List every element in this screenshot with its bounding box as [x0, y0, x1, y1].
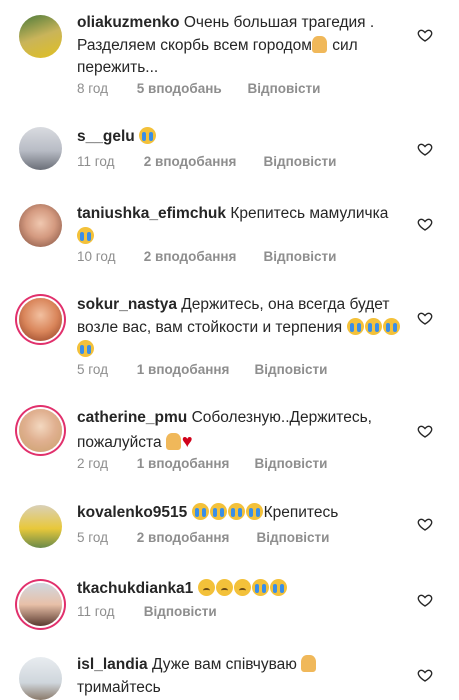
heart-outline-icon[interactable]	[417, 216, 433, 232]
red-heart-icon: ♥	[181, 430, 193, 451]
comment-meta: 5 год 2 вподобання Відповісти	[77, 530, 329, 545]
comment-meta: 10 год 2 вподобання Відповісти	[77, 249, 336, 264]
avatar[interactable]	[19, 657, 62, 700]
comment-likes[interactable]: 1 вподобання	[137, 362, 251, 377]
comment-username[interactable]: isl_landia	[77, 656, 148, 673]
comment-meta: 11 год Відповісти	[77, 604, 217, 619]
comment-text: Крепитесь мамуличка	[230, 205, 389, 222]
heart-outline-icon[interactable]	[417, 516, 433, 532]
folded-hands-icon	[311, 35, 327, 53]
comment-body: kovalenko9515 Крепитесь	[77, 502, 415, 525]
comment-meta: 2 год 1 вподобання Відповісти	[77, 456, 327, 471]
crying-face-icon	[77, 226, 94, 244]
avatar[interactable]	[19, 15, 62, 58]
comment-body: catherine_pmu Соболезную..Держитесь, пож…	[77, 407, 415, 454]
reply-button[interactable]: Відповісти	[264, 154, 337, 169]
comment-meta: 8 год 5 вподобань Відповісти	[77, 81, 320, 96]
heart-outline-icon[interactable]	[417, 423, 433, 439]
crying-face-icon	[245, 503, 263, 520]
comment-time: 11 год	[77, 604, 115, 619]
comment-likes[interactable]: 1 вподобання	[137, 456, 251, 471]
comment-text: Дуже вам співчуваю	[151, 656, 297, 673]
reply-button[interactable]: Відповісти	[255, 456, 328, 471]
crying-face-icon	[382, 317, 400, 335]
comment-text-continued: тримайтесь	[77, 678, 161, 696]
comment-likes[interactable]: 2 вподобання	[144, 154, 260, 169]
comment-time: 10 год	[77, 249, 116, 264]
avatar[interactable]	[19, 127, 62, 170]
crying-face-icon	[77, 340, 94, 357]
comment-username[interactable]: tkachukdianka1	[77, 580, 193, 597]
comment-body: oliakuzmenko Очень большая трагедия . Ра…	[77, 12, 415, 80]
avatar[interactable]	[19, 298, 62, 341]
comment-meta: 5 год 1 вподобання Відповісти	[77, 362, 327, 377]
reply-button[interactable]: Відповісти	[257, 530, 330, 545]
comment-likes[interactable]: 2 вподобання	[137, 530, 253, 545]
comment-text: Крепитесь	[263, 504, 339, 521]
crying-face-icon	[269, 579, 287, 596]
avatar[interactable]	[19, 583, 62, 626]
comment-body: sokur_nastya Держитесь, она всегда будет…	[77, 294, 415, 362]
heart-outline-icon[interactable]	[417, 667, 433, 683]
comment-time: 5 год	[77, 530, 108, 545]
comment-body: taniushka_efimchuk Крепитесь мамуличка	[77, 203, 415, 248]
heart-outline-icon[interactable]	[417, 141, 433, 157]
crying-face-icon	[364, 317, 382, 335]
comment-username[interactable]: catherine_pmu	[77, 409, 187, 426]
crying-face-icon	[227, 503, 245, 520]
comment-time: 8 год	[77, 81, 108, 96]
avatar[interactable]	[19, 204, 62, 247]
reply-button[interactable]: Відповісти	[144, 604, 217, 619]
comment-username[interactable]: s__gelu	[77, 128, 135, 145]
comment-time: 2 год	[77, 456, 108, 471]
crying-face-icon	[251, 579, 269, 596]
comment-likes[interactable]: 2 вподобання	[144, 249, 260, 264]
heart-outline-icon[interactable]	[417, 27, 433, 43]
comment-body: isl_landia Дуже вам співчуваю тримайтесь	[77, 654, 415, 699]
crying-face-icon	[346, 317, 364, 335]
comment-time: 5 год	[77, 362, 108, 377]
comment-username[interactable]: taniushka_efimchuk	[77, 205, 226, 222]
heart-outline-icon[interactable]	[417, 592, 433, 608]
reply-button[interactable]: Відповісти	[255, 362, 328, 377]
comment-body: s__gelu	[77, 126, 415, 149]
reply-button[interactable]: Відповісти	[248, 81, 321, 96]
crying-face-icon	[209, 503, 227, 520]
comment-username[interactable]: oliakuzmenko	[77, 14, 180, 31]
sad-face-icon	[215, 579, 233, 596]
heart-outline-icon[interactable]	[417, 310, 433, 326]
sad-face-icon	[197, 579, 215, 596]
comment-username[interactable]: sokur_nastya	[77, 296, 177, 313]
folded-hands-icon	[301, 655, 317, 672]
comment-username[interactable]: kovalenko9515	[77, 504, 187, 521]
avatar[interactable]	[19, 505, 62, 548]
crying-face-icon	[139, 127, 157, 144]
avatar[interactable]	[19, 409, 62, 452]
comment-time: 11 год	[77, 154, 115, 169]
comment-meta: 11 год 2 вподобання Відповісти	[77, 154, 336, 169]
comment-body: tkachukdianka1	[77, 578, 415, 601]
comment-likes[interactable]: 5 вподобань	[137, 81, 244, 96]
sad-face-icon	[233, 579, 251, 596]
crying-face-icon	[191, 503, 209, 520]
reply-button[interactable]: Відповісти	[264, 249, 337, 264]
folded-hands-icon	[165, 432, 181, 450]
